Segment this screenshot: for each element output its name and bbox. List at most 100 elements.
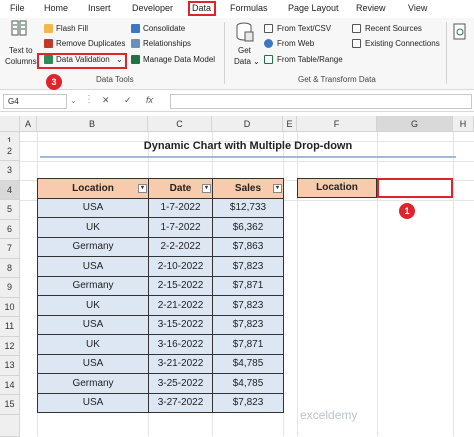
column-header-g[interactable]: G — [377, 116, 453, 132]
from-web-button[interactable]: From Web — [277, 39, 314, 48]
row-header[interactable]: 14 — [0, 375, 20, 395]
remove-duplicates-button[interactable]: Remove Duplicates — [56, 39, 125, 48]
consolidate-icon — [131, 24, 140, 33]
table-cell[interactable]: UK — [37, 217, 149, 238]
menu-formulas[interactable]: Formulas — [230, 3, 268, 13]
table-cell[interactable]: 3-27-2022 — [148, 392, 213, 413]
table-cell[interactable]: $4,785 — [212, 373, 284, 394]
row-header[interactable]: 8 — [0, 258, 20, 278]
table-cell[interactable]: 3-21-2022 — [148, 353, 213, 374]
table-cell[interactable]: USA — [37, 353, 149, 374]
text-to-columns-label-1[interactable]: Text to — [9, 46, 33, 55]
row-header[interactable]: 3 — [0, 161, 20, 181]
formula-input[interactable] — [170, 94, 472, 109]
table-cell[interactable]: 1-7-2022 — [148, 217, 213, 238]
table-cell[interactable]: 3-15-2022 — [148, 314, 213, 335]
enter-icon[interactable]: ✓ — [124, 95, 132, 106]
menu-developer[interactable]: Developer — [132, 3, 173, 13]
data-tab-highlight — [188, 1, 216, 16]
refresh-icon[interactable] — [453, 22, 467, 42]
table-row: Germany 3-25-2022 $4,785 — [37, 373, 284, 394]
select-all-corner[interactable] — [0, 116, 20, 132]
table-cell[interactable]: Germany — [37, 373, 149, 394]
table-cell[interactable]: $7,871 — [212, 334, 284, 355]
row-header[interactable]: 6 — [0, 219, 20, 239]
row-header[interactable]: 9 — [0, 278, 20, 298]
get-data-dropdown-icon[interactable]: ⌄ — [253, 57, 260, 66]
csv-file-icon — [264, 24, 273, 33]
get-data-label-1[interactable]: Get — [238, 46, 251, 55]
text-to-columns-label-2[interactable]: Columns — [5, 57, 37, 66]
table-cell[interactable]: 2-15-2022 — [148, 275, 213, 296]
table-cell[interactable]: $7,823 — [212, 314, 284, 335]
filter-dropdown-icon[interactable]: ▾ — [273, 184, 282, 193]
menu-file[interactable]: File — [10, 3, 25, 13]
menu-review[interactable]: Review — [356, 3, 386, 13]
column-header-h[interactable]: H — [453, 116, 474, 132]
table-cell[interactable]: $7,823 — [212, 295, 284, 316]
filter-dropdown-icon[interactable]: ▾ — [202, 184, 211, 193]
row-header[interactable]: 2 — [0, 141, 20, 161]
consolidate-button[interactable]: Consolidate — [143, 24, 185, 33]
table-cell[interactable]: 3-25-2022 — [148, 373, 213, 394]
table-cell[interactable]: 3-16-2022 — [148, 334, 213, 355]
table-cell[interactable]: 2-21-2022 — [148, 295, 213, 316]
table-cell[interactable]: $6,362 — [212, 217, 284, 238]
watermark: exceldemy — [300, 408, 358, 422]
row-header[interactable]: 4 — [0, 180, 20, 200]
table-cell[interactable]: $7,871 — [212, 275, 284, 296]
name-box[interactable]: G4 — [3, 94, 67, 109]
from-text-csv-button[interactable]: From Text/CSV — [277, 24, 331, 33]
row-header[interactable]: 12 — [0, 336, 20, 356]
row-header[interactable]: 15 — [0, 395, 20, 415]
row-header[interactable]: 11 — [0, 317, 20, 337]
table-cell[interactable]: USA — [37, 197, 149, 218]
manage-data-model-button[interactable]: Manage Data Model — [143, 55, 215, 64]
gridline — [453, 132, 454, 436]
column-header-c[interactable]: C — [148, 116, 212, 132]
get-data-label-2[interactable]: Data — [234, 57, 251, 66]
column-header-a[interactable]: A — [20, 116, 37, 132]
recent-sources-button[interactable]: Recent Sources — [365, 24, 422, 33]
table-cell[interactable]: UK — [37, 334, 149, 355]
column-header-f[interactable]: F — [297, 116, 377, 132]
table-cell[interactable]: 2-2-2022 — [148, 236, 213, 257]
header-cell-location: Location ▾ — [37, 178, 149, 199]
table-cell[interactable]: Germany — [37, 236, 149, 257]
data-validation-highlight — [37, 53, 127, 69]
relationships-button[interactable]: Relationships — [143, 39, 191, 48]
name-box-dropdown-icon[interactable]: ⌄ — [70, 96, 77, 105]
table-cell[interactable]: Germany — [37, 275, 149, 296]
row-header[interactable]: 5 — [0, 200, 20, 220]
table-cell[interactable]: USA — [37, 392, 149, 413]
insert-function-icon[interactable]: fx — [146, 95, 153, 105]
row-header — [0, 414, 20, 437]
existing-connections-button[interactable]: Existing Connections — [365, 39, 440, 48]
existing-connections-icon — [352, 39, 361, 48]
location-dropdown-cell[interactable] — [377, 178, 453, 198]
table-cell[interactable]: $7,863 — [212, 236, 284, 257]
row-header[interactable]: 7 — [0, 239, 20, 259]
menu-view[interactable]: View — [408, 3, 427, 13]
row-header[interactable]: 10 — [0, 297, 20, 317]
menu-page-layout[interactable]: Page Layout — [288, 3, 339, 13]
menu-insert[interactable]: Insert — [88, 3, 111, 13]
table-cell[interactable]: $12,733 — [212, 197, 284, 218]
table-cell[interactable]: $7,823 — [212, 256, 284, 277]
table-cell[interactable]: 1-7-2022 — [148, 197, 213, 218]
column-header-d[interactable]: D — [212, 116, 283, 132]
filter-dropdown-icon[interactable]: ▾ — [138, 184, 147, 193]
table-cell[interactable]: 2-10-2022 — [148, 256, 213, 277]
column-header-b[interactable]: B — [37, 116, 148, 132]
table-cell[interactable]: UK — [37, 295, 149, 316]
cancel-icon[interactable]: ✕ — [102, 95, 110, 106]
table-cell[interactable]: $7,823 — [212, 392, 284, 413]
table-cell[interactable]: USA — [37, 256, 149, 277]
flash-fill-button[interactable]: Flash Fill — [56, 24, 88, 33]
row-header[interactable]: 13 — [0, 356, 20, 376]
menu-home[interactable]: Home — [44, 3, 68, 13]
table-cell[interactable]: USA — [37, 314, 149, 335]
table-cell[interactable]: $4,785 — [212, 353, 284, 374]
from-table-range-button[interactable]: From Table/Range — [277, 55, 343, 64]
column-header-e[interactable]: E — [283, 116, 297, 132]
